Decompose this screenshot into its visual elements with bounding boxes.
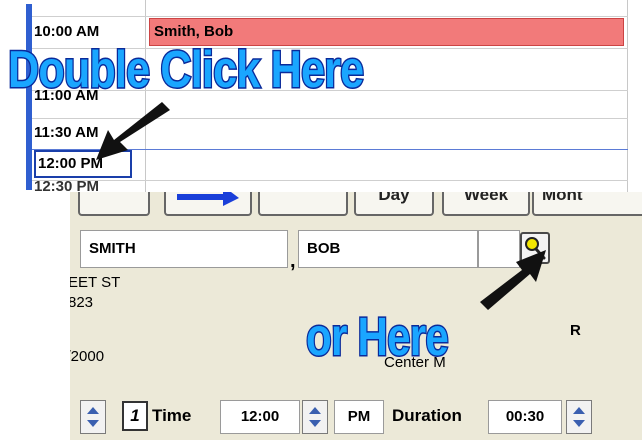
month-view-button[interactable]: Mont [532, 192, 642, 216]
right-label-fragment: R [570, 322, 581, 339]
patient-search-button[interactable] [520, 232, 550, 264]
toolbar-button-partial[interactable] [78, 192, 150, 216]
magnifier-icon [525, 237, 546, 260]
time-slot-11-30[interactable]: 11:30 AM [34, 119, 98, 147]
date-spinner[interactable] [80, 400, 106, 434]
zip-text: 823 [70, 294, 94, 311]
comma-separator: , [290, 250, 296, 272]
first-name-field[interactable]: BOB [298, 230, 478, 268]
calendar-icon[interactable]: 1 [122, 401, 148, 431]
duration-spinner[interactable] [566, 400, 592, 434]
toolbar-button-partial[interactable] [258, 192, 348, 216]
row-divider [32, 180, 628, 181]
street-text: EET ST [70, 274, 121, 291]
day-view-button[interactable]: Day [354, 192, 434, 216]
duration-label: Duration [392, 406, 462, 425]
up-down-arrows-icon [87, 407, 99, 427]
arrow-right-icon [177, 192, 239, 206]
time-spinner[interactable] [302, 400, 328, 434]
up-down-arrows-icon [309, 407, 321, 427]
double-click-here-annotation: Double Click Here [7, 40, 366, 101]
up-down-arrows-icon [573, 407, 585, 427]
duration-input[interactable]: 00:30 [488, 400, 562, 434]
week-view-button[interactable]: Week [442, 192, 530, 216]
time-slot-12-00-selected[interactable]: 12:00 PM [34, 150, 132, 178]
next-button[interactable] [164, 192, 252, 216]
last-name-field[interactable]: SMITH [80, 230, 288, 268]
time-label: Time [152, 406, 192, 425]
row-divider [32, 118, 628, 119]
middle-initial-field[interactable] [478, 230, 520, 268]
date-text: /1/2000 [70, 348, 105, 365]
ampm-select[interactable]: PM [334, 400, 384, 434]
row-divider [32, 16, 628, 17]
or-here-annotation: or Here [305, 306, 450, 369]
calendar-right-border [627, 0, 628, 192]
time-input[interactable]: 12:00 [220, 400, 300, 434]
